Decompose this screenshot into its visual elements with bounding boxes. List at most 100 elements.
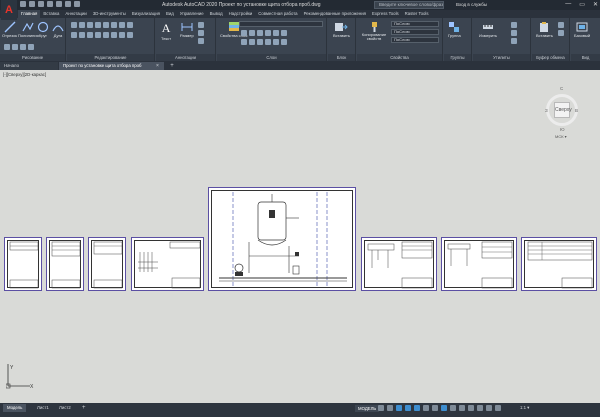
viewcube-face-top[interactable]: Сверху [554, 102, 572, 118]
annotation-scale[interactable]: 1:1 ▾ [520, 405, 529, 411]
scale-icon[interactable] [79, 32, 85, 38]
viewcube-west[interactable]: З [545, 108, 548, 113]
new-file-icon[interactable] [20, 1, 26, 7]
viewcube[interactable]: С Сверху З В Ю МСК ▾ [545, 84, 579, 144]
layer-dropdown[interactable] [239, 21, 323, 27]
drawing-sheet-main[interactable] [208, 187, 356, 291]
drawing-sheet-8[interactable] [521, 237, 597, 291]
tab-featured-apps[interactable]: Рекомендованные приложения [301, 10, 369, 18]
close-icon[interactable]: ✕ [593, 1, 598, 8]
layer-on-icon[interactable] [241, 39, 247, 45]
table-icon[interactable] [198, 30, 204, 36]
explode-icon[interactable] [127, 22, 133, 28]
layer-lock-icon[interactable] [265, 30, 271, 36]
line-tool[interactable]: Отрезок [2, 21, 17, 38]
layer-isolate-icon[interactable] [249, 30, 255, 36]
rectangle-icon[interactable] [4, 44, 10, 50]
transparency-icon[interactable] [441, 405, 447, 411]
add-layout-icon[interactable]: + [78, 404, 90, 412]
quick-calc-icon[interactable] [511, 30, 517, 36]
stretch-icon[interactable] [71, 32, 77, 38]
layout-tab-model[interactable]: Модель [3, 404, 27, 412]
markup-icon[interactable] [198, 38, 204, 44]
chamfer-icon[interactable] [103, 32, 109, 38]
insert-block-tool[interactable]: Вставить [333, 21, 350, 38]
tab-output[interactable]: Вывод [207, 10, 226, 18]
text-tool[interactable]: A Текст [161, 21, 171, 41]
color-dropdown[interactable]: ПоСлою [391, 21, 439, 27]
dimension-tool[interactable]: Размер [180, 21, 194, 38]
tab-raster-tools[interactable]: Raster Tools [402, 10, 432, 18]
snap-icon[interactable] [387, 405, 393, 411]
tab-start[interactable]: Начало [0, 62, 58, 70]
layer-unisolate-icon[interactable] [249, 39, 255, 45]
join-icon[interactable] [119, 32, 125, 38]
annotation-visibility-icon[interactable] [477, 405, 483, 411]
move-icon[interactable] [71, 22, 77, 28]
search-input[interactable]: Введите ключевое слово/фразу [374, 1, 444, 9]
tab-addins[interactable]: Надстройки [226, 10, 256, 18]
tab-insert[interactable]: Вставка [40, 10, 62, 18]
tab-manage[interactable]: Управление [177, 10, 207, 18]
layer-freeze-icon[interactable] [257, 30, 263, 36]
drawing-sheet-6[interactable] [361, 237, 437, 291]
sign-in-button[interactable]: Вход в службы [456, 2, 487, 7]
drawing-sheet-2[interactable] [46, 237, 84, 291]
application-menu-button[interactable]: A [1, 0, 17, 20]
annotation-scale-icon[interactable] [495, 405, 501, 411]
extend-icon[interactable] [127, 32, 133, 38]
open-file-icon[interactable] [29, 1, 35, 7]
fillet-icon[interactable] [119, 22, 125, 28]
auto-scale-icon[interactable] [486, 405, 492, 411]
break-icon[interactable] [111, 32, 117, 38]
tab-annotate[interactable]: Аннотации [62, 10, 89, 18]
grid-icon[interactable] [378, 405, 384, 411]
save-icon[interactable] [38, 1, 44, 7]
linetype-dropdown[interactable]: ПоСлою [391, 29, 439, 35]
tab-view[interactable]: Вид [163, 10, 177, 18]
drawing-sheet-1[interactable] [4, 237, 42, 291]
wcs-menu[interactable]: МСК ▾ [555, 134, 567, 139]
polar-icon[interactable] [405, 405, 411, 411]
otrack-icon[interactable] [423, 405, 429, 411]
base-view-tool[interactable]: Базовый [574, 21, 590, 38]
viewcube-south[interactable]: Ю [560, 127, 565, 132]
plot-icon[interactable] [56, 1, 62, 7]
hatch-icon[interactable] [12, 44, 18, 50]
group-tool[interactable]: Группа [448, 21, 461, 38]
layer-unlock-icon[interactable] [265, 39, 271, 45]
drawing-sheet-3[interactable] [88, 237, 126, 291]
3d-osnap-icon[interactable] [459, 405, 465, 411]
selection-cycling-icon[interactable] [450, 405, 456, 411]
tab-collaborate[interactable]: Совместная работа [255, 10, 300, 18]
drawing-sheet-7[interactable] [441, 237, 517, 291]
layer-off-icon[interactable] [241, 30, 247, 36]
polyline-tool[interactable]: Полилиния [18, 21, 39, 38]
layer-walk-icon[interactable] [281, 39, 287, 45]
lineweight-icon[interactable] [432, 405, 438, 411]
model-space-button[interactable]: МОДЕЛЬ [355, 405, 380, 412]
layout-tab-sheet2[interactable]: Лист2 [55, 404, 75, 412]
lineweight-dropdown[interactable]: ПоСлою [391, 37, 439, 43]
circle-tool[interactable]: Круг [37, 21, 49, 38]
paste-tool[interactable]: Вставить [536, 21, 553, 38]
layer-thaw-icon[interactable] [257, 39, 263, 45]
trim-icon[interactable] [87, 22, 93, 28]
tab-3d-tools[interactable]: 3D-инструменты [90, 10, 129, 18]
tab-drawing[interactable]: Проект по установке щита отбора проб [59, 62, 164, 70]
layout-tab-sheet1[interactable]: Лист1 [33, 404, 53, 412]
layer-change-icon[interactable] [273, 39, 279, 45]
measure-tool[interactable]: Измерить [479, 21, 497, 38]
spline-icon[interactable] [20, 44, 26, 50]
redo-icon[interactable] [74, 1, 80, 7]
arc-tool[interactable]: Дуга [52, 21, 64, 38]
maximize-icon[interactable]: ▭ [579, 1, 585, 8]
tab-visualize[interactable]: Визуализация [129, 10, 163, 18]
new-tab-icon[interactable]: + [168, 62, 176, 70]
offset-icon[interactable] [95, 32, 101, 38]
tab-home[interactable]: Главная [18, 10, 41, 18]
minimize-icon[interactable]: — [565, 1, 571, 8]
close-tab-icon[interactable]: × [156, 62, 159, 70]
layer-match-icon[interactable] [273, 30, 279, 36]
match-properties-tool[interactable]: Копирование свойств [360, 21, 388, 41]
